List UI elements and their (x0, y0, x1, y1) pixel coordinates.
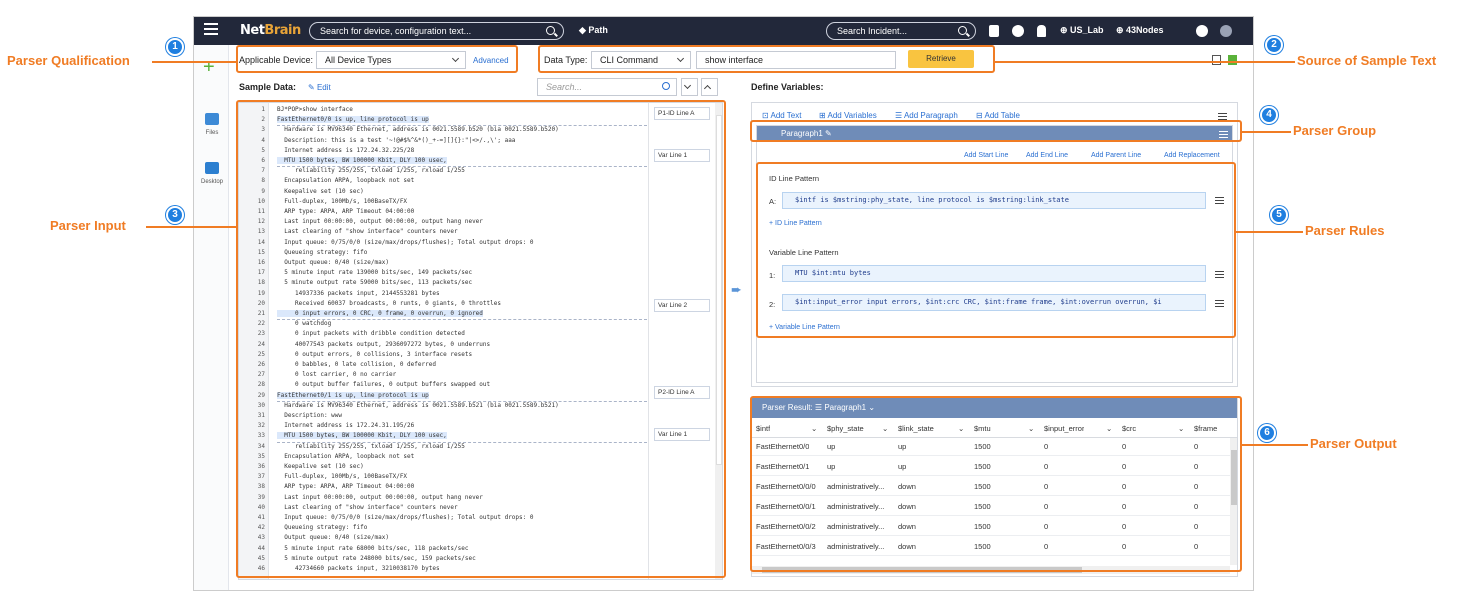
left-rail: + Files Desktop (194, 45, 229, 590)
files-label: Files (205, 130, 219, 136)
add-parent-line-link[interactable]: Add Parent Line (1091, 152, 1141, 159)
define-variables-title: Define Variables: (751, 82, 824, 92)
callout-badge-6: 6 (1258, 424, 1276, 442)
callout-badge-4: 4 (1260, 106, 1278, 124)
callout-line-6 (1242, 444, 1308, 446)
files-icon[interactable] (205, 113, 219, 125)
user-icon[interactable] (1196, 25, 1208, 37)
callout-box-2 (538, 45, 995, 73)
search-icon[interactable] (546, 26, 555, 35)
add-start-line-link[interactable]: Add Start Line (964, 152, 1008, 159)
callout-box-4 (750, 120, 1242, 142)
next-match-button[interactable] (681, 78, 698, 96)
incident-search-input[interactable]: Search Incident... (826, 22, 976, 40)
add-icon[interactable]: + (203, 57, 215, 77)
callout-parser-rules: Parser Rules (1305, 223, 1385, 238)
path-button[interactable]: ◆ Path (579, 25, 608, 36)
callout-badge-2: 2 (1265, 36, 1283, 54)
callout-line-4 (1242, 131, 1291, 133)
edit-link[interactable]: ✎ Edit (308, 83, 331, 92)
callout-badge-5: 5 (1270, 206, 1288, 224)
save-icon[interactable] (1212, 55, 1221, 65)
netbrain-logo: NetBrain (240, 23, 301, 38)
add-paragraph-button[interactable]: ☰ Add Paragraph (895, 111, 958, 120)
chevron-up-icon (703, 84, 712, 93)
chevron-down-icon (683, 81, 692, 90)
global-search-input[interactable]: Search for device, configuration text... (309, 22, 564, 40)
help-icon[interactable] (1220, 25, 1232, 37)
callout-box-6 (750, 396, 1242, 572)
add-table-button[interactable]: ⊟ Add Table (976, 111, 1020, 120)
top-nav-bar: NetBrain Search for device, configuratio… (194, 17, 1253, 45)
callout-line-2 (995, 61, 1295, 63)
domain-selector[interactable]: ⊕ US_Lab (1060, 25, 1104, 36)
callout-badge-1: 1 (166, 38, 184, 56)
tools-icon[interactable] (989, 25, 999, 37)
callout-box-1 (236, 45, 518, 73)
add-end-line-link[interactable]: Add End Line (1026, 152, 1068, 159)
prev-match-button[interactable] (701, 78, 718, 96)
callout-parser-group: Parser Group (1293, 123, 1377, 138)
arrow-right-icon: ➨ (731, 282, 742, 297)
callout-line-5 (1236, 231, 1303, 233)
chat-icon[interactable] (1012, 25, 1024, 37)
site-selector[interactable]: ⊕ 43Nodes (1116, 25, 1164, 36)
search-icon[interactable] (662, 82, 670, 90)
callout-box-3 (236, 100, 726, 578)
desktop-icon[interactable] (205, 162, 219, 174)
menu-icon[interactable] (1218, 113, 1227, 115)
incident-search-placeholder: Search Incident... (837, 26, 908, 36)
add-variables-button[interactable]: ⊞ Add Variables (819, 111, 877, 120)
callout-line-3 (146, 226, 236, 228)
global-search-placeholder: Search for device, configuration text... (320, 26, 472, 36)
callout-badge-3: 3 (166, 206, 184, 224)
desktop-label: Desktop (200, 179, 223, 185)
add-text-button[interactable]: ⊡ Add Text (762, 111, 801, 120)
callout-parser-input: Parser Input (50, 218, 126, 233)
sample-data-label: Sample Data: (239, 82, 297, 92)
hamburger-menu-icon[interactable] (204, 23, 218, 25)
search-icon[interactable] (958, 26, 967, 35)
callout-parser-qualification: Parser Qualification (7, 53, 130, 68)
callout-line-1 (152, 61, 236, 63)
sample-search-input[interactable]: Search... (537, 78, 677, 96)
callout-box-5 (756, 162, 1236, 338)
add-replacement-link[interactable]: Add Replacement (1164, 152, 1220, 159)
export-icon[interactable] (1228, 55, 1237, 65)
callout-parser-output: Parser Output (1310, 436, 1397, 451)
bell-icon[interactable] (1037, 25, 1046, 37)
callout-source-of-sample-text: Source of Sample Text (1297, 53, 1437, 68)
